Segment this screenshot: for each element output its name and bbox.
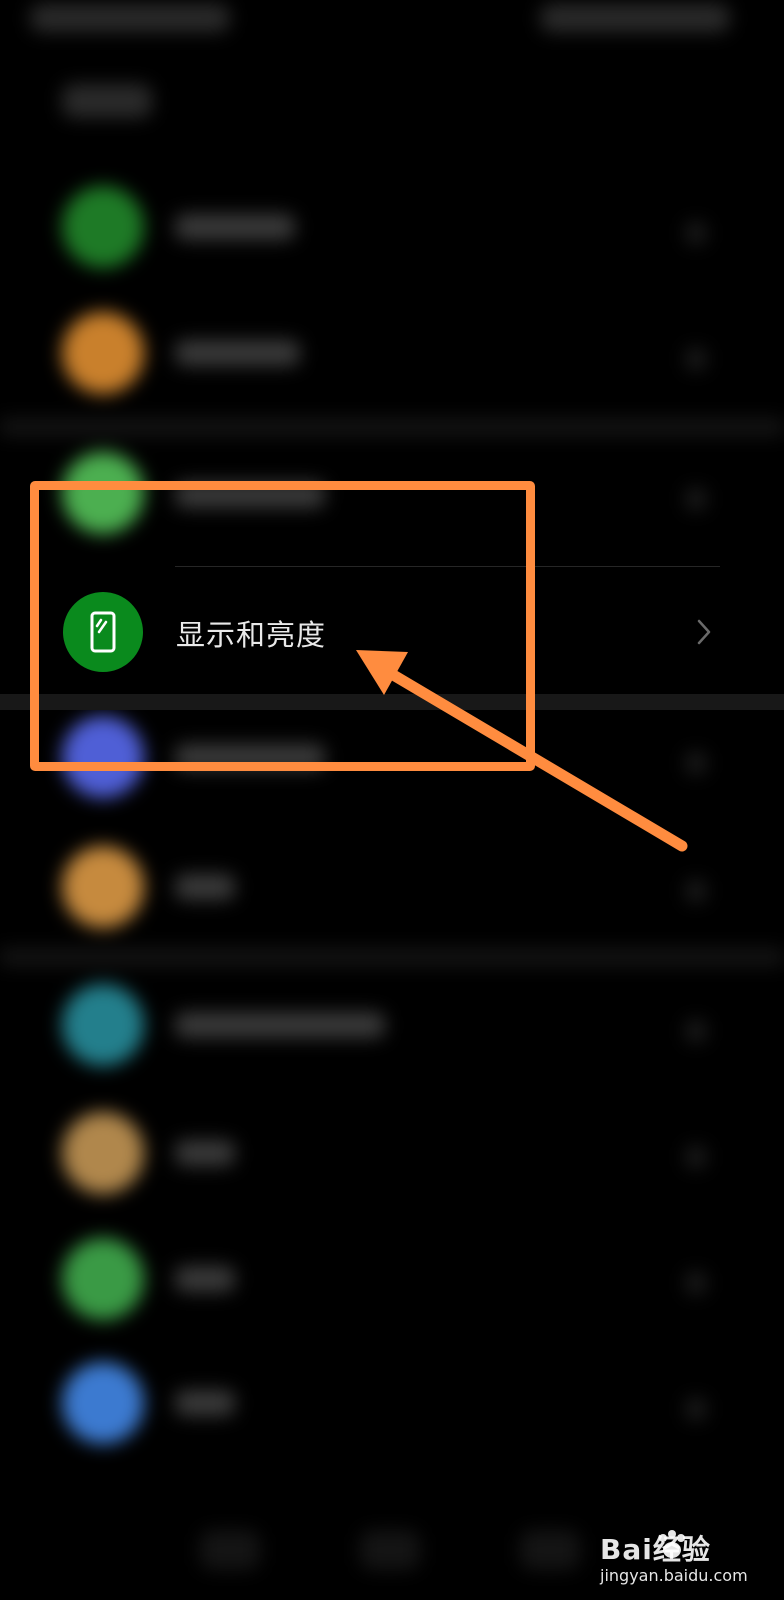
paw-logo-icon xyxy=(659,1530,685,1558)
pointer-arrow-icon xyxy=(356,650,688,852)
baidu-jingyan-watermark: Bai经验 jingyan.baidu.com xyxy=(600,1528,770,1592)
watermark-url: jingyan.baidu.com xyxy=(600,1566,748,1585)
